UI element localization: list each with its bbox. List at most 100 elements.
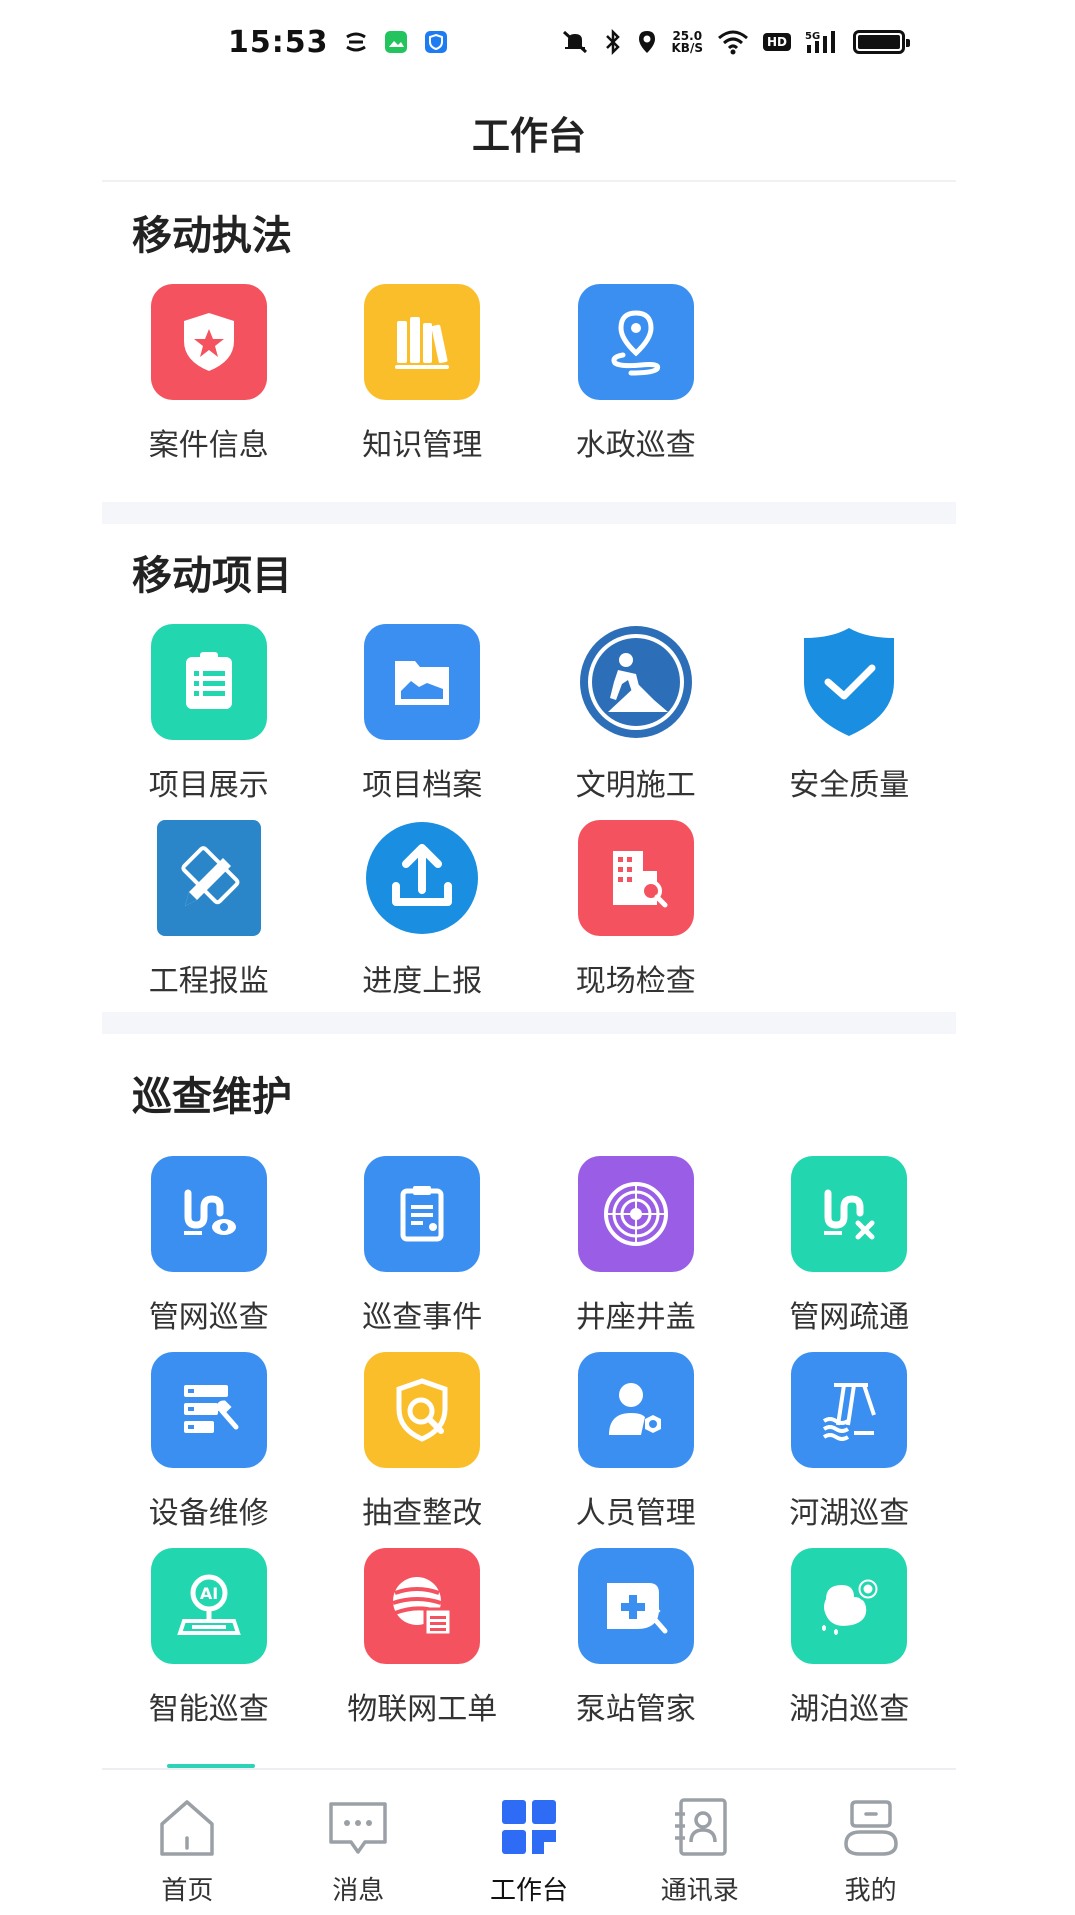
lake-bubble-icon [791,1548,908,1664]
manhole-cover-icon [577,1156,694,1272]
app-water-patrol[interactable]: 水政巡查 [529,280,743,476]
clipboard-list-icon [150,624,267,740]
status-left: 15:53 [228,25,449,60]
shield-star-icon [150,284,267,400]
pencil-ruler-icon [156,820,261,936]
tab-profile[interactable]: 我的 [785,1770,956,1915]
bluetooth-icon [604,29,622,55]
home-icon [156,1796,218,1862]
section-mobile-projects: 移动项目 项目展示 项目档案 文明施工 安全质量 工程报监 进度上报 现场检查 [102,524,956,1012]
app-smart-patrol[interactable]: AI 智能巡查 [102,1544,316,1740]
app-label: 设备维修 [148,1496,269,1531]
app-engineering-report[interactable]: 工程报监 [102,816,316,1012]
app-label: 泵站管家 [575,1692,696,1727]
app-lake-patrol[interactable]: 湖泊巡查 [743,1544,957,1740]
tab-workbench[interactable]: 工作台 [444,1770,615,1915]
app-knowledge-management[interactable]: 知识管理 [316,280,530,476]
tab-label: 我的 [844,1876,897,1906]
upload-icon [364,820,480,936]
app-spot-check-rectify[interactable]: 抽查整改 [316,1348,530,1544]
tab-label: 通讯录 [660,1876,739,1906]
app-label: 工程报监 [148,964,269,999]
gallery-app-icon [383,29,409,55]
app-manhole-cover[interactable]: 井座井盖 [529,1152,743,1348]
app-personnel-management[interactable]: 人员管理 [529,1348,743,1544]
page-title: 工作台 [471,113,586,158]
hd-badge: HD [762,33,791,51]
location-icon [636,29,658,55]
app-project-archive[interactable]: 项目档案 [316,620,530,816]
page-header: 工作台 [102,84,956,182]
user-gear-icon [577,1352,694,1468]
tab-messages[interactable]: 消息 [273,1770,444,1915]
status-right: 25.0 KB/S HD 5G [560,29,910,55]
security-app-icon [423,29,449,55]
section-title: 移动项目 [132,553,292,599]
app-project-display[interactable]: 项目展示 [102,620,316,816]
app-label: 水政巡查 [575,428,696,463]
workbench-content: 移动执法 案件信息 知识管理 水政巡查 移动项目 项目展示 项目档案 文明施工 … [102,184,956,1740]
app-pipe-patrol[interactable]: 管网巡查 [102,1152,316,1348]
app-grid: 管网巡查 巡查事件 井座井盖 管网疏通 设备维修 抽查整改 人员管理 河湖巡查 … [102,1152,956,1740]
cell-signal-icon: 5G [805,29,839,55]
tab-label: 首页 [161,1876,214,1906]
app-label: 管网巡查 [148,1300,269,1335]
status-time: 15:53 [228,24,329,60]
tab-label: 消息 [332,1876,385,1906]
app-label: 湖泊巡查 [789,1692,910,1727]
app-safety-quality[interactable]: 安全质量 [743,620,957,816]
app-label: 抽查整改 [362,1496,483,1531]
section-patrol-maintenance: 巡查维护 管网巡查 巡查事件 井座井盖 管网疏通 设备维修 抽查整改 人员管理 … [102,1034,956,1740]
net-speed-unit: KB/S [671,41,703,55]
construction-worker-icon [578,624,694,740]
app-pipe-dredging[interactable]: 管网疏通 [743,1152,957,1348]
app-label: 巡查事件 [362,1300,483,1335]
server-wrench-icon [150,1352,267,1468]
dam-water-icon [791,1352,908,1468]
pipe-wrench-icon [791,1156,908,1272]
app-iot-work-order[interactable]: 物联网工单 [316,1544,530,1740]
section-divider [102,502,956,524]
mute-icon [560,29,590,55]
battery-icon [853,30,910,54]
tab-contacts[interactable]: 通讯录 [614,1770,785,1915]
app-label: 案件信息 [148,428,269,463]
section-title: 巡查维护 [132,1074,292,1120]
location-route-icon [577,284,694,400]
app-progress-report[interactable]: 进度上报 [316,816,530,1012]
app-label: 知识管理 [362,428,483,463]
app-patrol-event[interactable]: 巡查事件 [316,1152,530,1348]
iot-globe-icon [364,1548,481,1664]
svg-text:AI: AI [200,1584,218,1603]
section-title: 移动执法 [132,213,292,259]
building-search-icon [577,820,694,936]
books-icon [364,284,481,400]
folder-icon [364,624,481,740]
app-pump-station[interactable]: 泵站管家 [529,1544,743,1740]
status-bar: 15:53 25.0 KB/S HD 5G [0,0,1075,84]
profile-icon [840,1796,902,1862]
app-case-info[interactable]: 案件信息 [102,280,316,476]
app-site-inspection[interactable]: 现场检查 [529,816,743,1012]
bottom-tab-bar: 首页 消息 工作台 通讯录 我的 [102,1768,956,1915]
app-label: 物联网工单 [347,1692,498,1727]
app-label: 现场检查 [575,964,696,999]
app-river-lake-patrol[interactable]: 河湖巡查 [743,1348,957,1544]
shield-search-icon [364,1352,481,1468]
contacts-icon [669,1796,731,1862]
app-label: 进度上报 [362,964,483,999]
tab-home[interactable]: 首页 [102,1770,273,1915]
pipe-eye-icon [150,1156,267,1272]
svg-text:5G: 5G [805,31,820,42]
app-root: 15:53 25.0 KB/S HD 5G 工作台 移动执法 案件信息 知识管理… [0,0,1075,1915]
clipboard-doc-icon [364,1156,481,1272]
pump-station-icon [577,1548,694,1664]
ai-location-icon: AI [150,1548,267,1664]
app-label: 河湖巡查 [789,1496,910,1531]
app-civilized-construction[interactable]: 文明施工 [529,620,743,816]
app-grid: 案件信息 知识管理 水政巡查 [102,280,956,476]
shield-check-icon [791,624,907,740]
app-equipment-repair[interactable]: 设备维修 [102,1348,316,1544]
net-speed: 25.0 KB/S [672,30,703,54]
